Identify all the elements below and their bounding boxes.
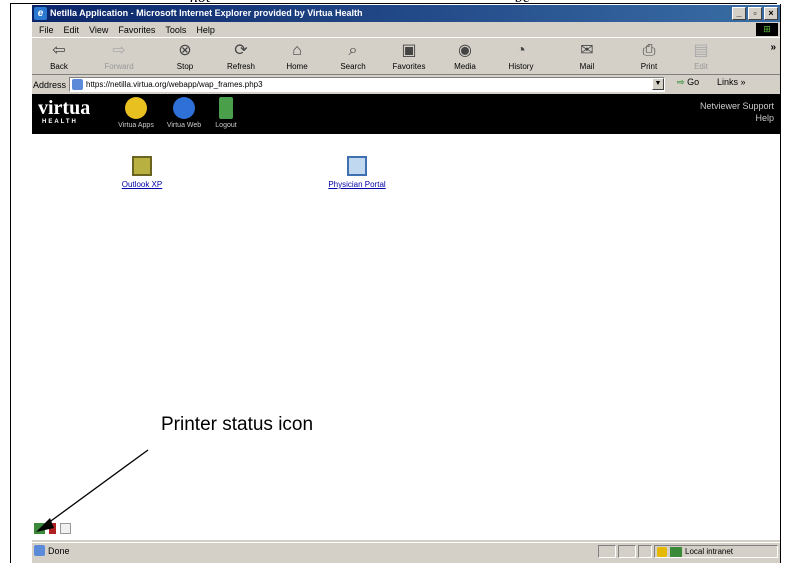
virtua-apps-label: Virtua Apps — [118, 122, 154, 129]
windows-logo-icon: ⊞ — [756, 23, 778, 36]
search-button[interactable]: ⌕ Search — [328, 40, 378, 74]
go-arrow-icon: ⇨ — [677, 77, 685, 87]
forward-button[interactable]: ⇨ Forward — [94, 40, 144, 74]
annotation-label: Printer status icon — [161, 414, 314, 435]
window-titlebar[interactable]: e Netilla Application - Microsoft Intern… — [32, 5, 780, 22]
address-url: https://netilla.virtua.org/webapp/wap_fr… — [86, 80, 263, 89]
virtua-apps-link[interactable]: Virtua Apps — [110, 97, 162, 129]
favorites-icon: ▣ — [401, 42, 417, 59]
address-input[interactable]: https://netilla.virtua.org/webapp/wap_fr… — [69, 77, 665, 92]
mail-label: Mail — [579, 62, 595, 71]
outlook-icon — [132, 156, 152, 176]
home-button[interactable]: ⌂ Home — [272, 40, 322, 74]
outlook-xp-label: Outlook XP — [121, 180, 163, 189]
outlook-xp-app[interactable]: Outlook XP — [112, 156, 172, 189]
edit-icon: ▤ — [693, 42, 709, 59]
go-label: Go — [687, 77, 700, 87]
history-icon: ◔ — [516, 42, 526, 59]
address-label: Address — [33, 79, 67, 90]
stop-icon: ⊗ — [178, 42, 192, 59]
mail-icon: ✉ — [580, 42, 594, 59]
page-done-icon — [34, 545, 45, 556]
mail-button[interactable]: ✉ Mail — [562, 40, 612, 74]
physician-portal-icon — [347, 156, 367, 176]
logout-door-icon — [219, 97, 233, 119]
back-arrow-icon: ⇦ — [52, 42, 66, 59]
history-label: History — [508, 62, 534, 71]
virtua-logo: virtua — [38, 97, 91, 119]
zone-text: Local intranet — [685, 547, 734, 556]
restore-button[interactable]: ▫ — [748, 7, 762, 20]
globe-icon — [173, 97, 195, 119]
print-label: Print — [640, 62, 658, 71]
go-button[interactable]: ⇨ Go — [677, 77, 699, 88]
search-icon: ⌕ — [348, 42, 358, 59]
help-link[interactable]: Help — [700, 112, 774, 124]
minimize-button[interactable]: _ — [732, 7, 746, 20]
edit-button[interactable]: ▤ Edit — [676, 40, 726, 74]
logout-link[interactable]: Logout — [200, 97, 252, 129]
status-bar: Done Local intranet — [32, 542, 780, 559]
status-pane-3 — [638, 545, 652, 558]
status-left: Done — [34, 545, 70, 556]
menu-view[interactable]: View — [84, 25, 113, 35]
local-intranet-icon — [670, 546, 682, 557]
virtua-web-label: Virtua Web — [166, 122, 202, 129]
media-label: Media — [454, 62, 476, 71]
annotation-arrow — [36, 449, 149, 532]
favorites-button[interactable]: ▣ Favorites — [384, 40, 434, 74]
physician-portal-app[interactable]: Physician Portal — [317, 156, 397, 189]
media-button[interactable]: ◉ Media — [440, 40, 490, 74]
logout-label: Logout — [215, 122, 237, 129]
media-icon: ◉ — [458, 42, 472, 59]
forward-arrow-icon: ⇨ — [112, 42, 126, 59]
stop-button[interactable]: ⊗ Stop — [160, 40, 210, 74]
print-button[interactable]: ⎙ Print — [624, 40, 674, 74]
physician-portal-label: Physician Portal — [328, 180, 386, 189]
back-label: Back — [50, 62, 68, 71]
netviewer-support-link[interactable]: Netviewer Support — [700, 100, 774, 112]
favorites-label: Favorites — [392, 62, 426, 71]
refresh-icon: ⟳ — [234, 42, 248, 59]
forward-label: Forward — [104, 62, 134, 71]
address-bar: Address https://netilla.virtua.org/webap… — [32, 76, 780, 93]
page-icon — [72, 79, 83, 90]
virtua-banner: virtua HEALTH Virtua Apps Virtua Web Log… — [32, 94, 780, 134]
back-button[interactable]: ⇦ Back — [34, 40, 84, 74]
home-icon: ⌂ — [292, 42, 302, 59]
menu-tools[interactable]: Tools — [160, 25, 191, 35]
menu-help[interactable]: Help — [191, 25, 220, 35]
edit-label: Edit — [694, 62, 708, 71]
window-controls: _ ▫ × — [732, 7, 778, 20]
standard-toolbar: ⇦ Back ⇨ Forward ⊗ Stop ⟳ Refresh ⌂ Home… — [32, 37, 780, 75]
status-text: Done — [48, 545, 70, 556]
virtua-logo-sub: HEALTH — [42, 119, 78, 125]
toolbar-overflow-chevron[interactable]: » — [770, 42, 776, 53]
close-button[interactable]: × — [764, 7, 778, 20]
status-pane-2 — [618, 545, 636, 558]
refresh-label: Refresh — [226, 62, 255, 71]
search-label: Search — [340, 62, 366, 71]
home-label: Home — [286, 62, 308, 71]
stop-label: Stop — [176, 62, 194, 71]
address-dropdown-icon[interactable]: ▼ — [652, 78, 664, 90]
security-zone: Local intranet — [654, 545, 778, 558]
history-button[interactable]: ◔ History — [496, 40, 546, 74]
menu-file[interactable]: File — [34, 25, 59, 35]
status-pane-1 — [598, 545, 616, 558]
lock-icon — [657, 546, 667, 557]
print-icon: ⎙ — [642, 42, 656, 59]
ie-logo-icon: e — [34, 7, 47, 20]
menu-edit[interactable]: Edit — [59, 25, 85, 35]
virtua-apps-icon — [125, 97, 147, 119]
menu-favorites[interactable]: Favorites — [113, 25, 160, 35]
banner-right-links: Netviewer Support Help — [700, 100, 774, 124]
links-button[interactable]: Links » — [717, 77, 746, 87]
window-title: Netilla Application - Microsoft Internet… — [50, 8, 363, 18]
menu-bar: File Edit View Favorites Tools Help ⊞ — [32, 22, 780, 37]
refresh-button[interactable]: ⟳ Refresh — [216, 40, 266, 74]
